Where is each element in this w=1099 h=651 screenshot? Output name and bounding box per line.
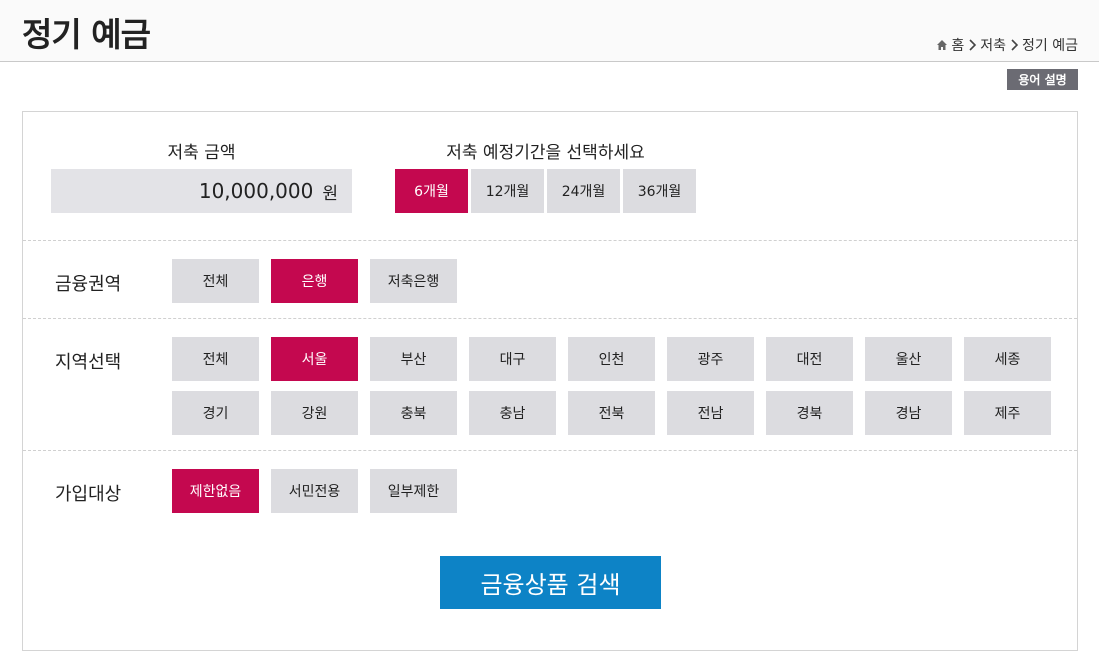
period-option-12[interactable]: 12개월 bbox=[471, 169, 544, 213]
chevron-right-icon bbox=[969, 39, 977, 51]
region-option[interactable]: 부산 bbox=[370, 337, 457, 381]
breadcrumb: 홈 저축 정기 예금 bbox=[936, 35, 1078, 55]
divider bbox=[23, 240, 1077, 241]
amount-input[interactable]: 10,000,000 원 bbox=[51, 169, 352, 213]
sector-option-savings-bank[interactable]: 저축은행 bbox=[370, 259, 457, 303]
region-option[interactable]: 대구 bbox=[469, 337, 556, 381]
page-title: 정기 예금 bbox=[22, 15, 151, 54]
amount-label: 저축 금액 bbox=[167, 143, 236, 163]
breadcrumb-current: 정기 예금 bbox=[1022, 38, 1078, 54]
target-label: 가입대상 bbox=[55, 484, 122, 505]
term-glossary-button[interactable]: 용어 설명 bbox=[1007, 69, 1078, 90]
breadcrumb-home[interactable]: 홈 bbox=[951, 35, 964, 55]
region-option[interactable]: 광주 bbox=[667, 337, 754, 381]
period-label: 저축 예정기간을 선택하세요 bbox=[446, 143, 645, 163]
divider bbox=[23, 318, 1077, 319]
region-option[interactable]: 전북 bbox=[568, 391, 655, 435]
divider bbox=[23, 450, 1077, 451]
amount-value: 10,000,000 bbox=[198, 179, 314, 203]
region-option[interactable]: 전체 bbox=[172, 337, 259, 381]
region-label: 지역선택 bbox=[55, 352, 122, 373]
region-option[interactable]: 경남 bbox=[865, 391, 952, 435]
home-icon[interactable] bbox=[936, 39, 948, 51]
search-button[interactable]: 금융상품 검색 bbox=[440, 556, 661, 609]
chevron-right-icon bbox=[1011, 39, 1019, 51]
region-option[interactable]: 경기 bbox=[172, 391, 259, 435]
region-option[interactable]: 강원 bbox=[271, 391, 358, 435]
region-option[interactable]: 울산 bbox=[865, 337, 952, 381]
period-option-24[interactable]: 24개월 bbox=[547, 169, 620, 213]
region-option[interactable]: 전남 bbox=[667, 391, 754, 435]
sector-option-bank[interactable]: 은행 bbox=[271, 259, 358, 303]
period-option-36[interactable]: 36개월 bbox=[623, 169, 696, 213]
period-option-6[interactable]: 6개월 bbox=[395, 169, 468, 213]
breadcrumb-savings[interactable]: 저축 bbox=[980, 35, 1006, 55]
amount-unit: 원 bbox=[322, 183, 338, 204]
region-option[interactable]: 세종 bbox=[964, 337, 1051, 381]
region-option[interactable]: 충북 bbox=[370, 391, 457, 435]
region-option[interactable]: 제주 bbox=[964, 391, 1051, 435]
sector-option-all[interactable]: 전체 bbox=[172, 259, 259, 303]
region-option[interactable]: 서울 bbox=[271, 337, 358, 381]
page-header: 정기 예금 홈 저축 정기 예금 bbox=[0, 0, 1099, 62]
sector-label: 금융권역 bbox=[55, 274, 122, 295]
target-option-unrestricted[interactable]: 제한없음 bbox=[172, 469, 259, 513]
target-option-partial[interactable]: 일부제한 bbox=[370, 469, 457, 513]
region-option[interactable]: 경북 bbox=[766, 391, 853, 435]
region-option[interactable]: 대전 bbox=[766, 337, 853, 381]
region-option[interactable]: 인천 bbox=[568, 337, 655, 381]
target-option-low-income[interactable]: 서민전용 bbox=[271, 469, 358, 513]
region-option[interactable]: 충남 bbox=[469, 391, 556, 435]
